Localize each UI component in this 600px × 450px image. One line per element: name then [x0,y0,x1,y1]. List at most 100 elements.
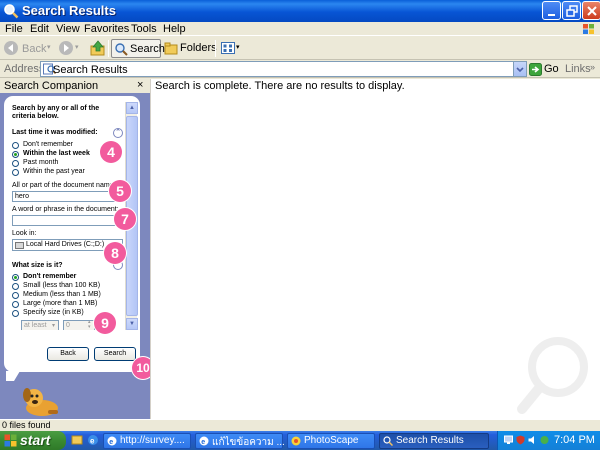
start-button[interactable]: start [0,431,66,450]
title-bar[interactable]: Search Results [0,0,600,22]
radio-selected-icon [12,151,19,158]
address-value: Search Results [53,64,128,76]
restore-icon [566,5,578,17]
phrase-input[interactable] [12,215,123,226]
ie-icon: e [107,436,117,446]
back-arrow-icon [4,41,18,55]
up-folder-button[interactable] [89,39,107,58]
clock: 7:04 PM [554,434,595,446]
go-arrow-icon [529,63,542,76]
photoscape-icon [291,436,301,446]
scroll-up-icon[interactable]: ▲ [126,102,138,114]
system-tray: 7:04 PM [497,431,600,450]
close-button[interactable] [582,1,600,20]
criteria-intro: Search by any or all of the criteria bel… [12,105,100,120]
menu-edit[interactable]: Edit [30,23,49,35]
taskbar: start e e http://survey.... e แก้ไขข้อคว… [0,431,600,450]
status-bar: 0 files found [0,419,600,431]
close-pane-icon[interactable]: × [137,79,143,91]
address-dropdown-button[interactable] [513,61,527,77]
search-toolbar-button[interactable]: Search [111,39,165,58]
go-button[interactable]: Go [529,62,561,77]
task-survey[interactable]: e http://survey.... [103,433,191,449]
address-bar: Address Search Results Go Links » [0,60,600,78]
explorer-quicklaunch-icon[interactable] [71,434,83,446]
size-heading: What size is it? [12,262,63,269]
radio-selected-icon [12,274,19,281]
radio-icon [12,283,19,290]
step-marker-9: 9 [94,312,116,334]
status-text: 0 files found [2,420,51,430]
document-name-input[interactable]: hero [12,191,123,202]
criteria-scroll-area[interactable]: Search by any or all of the criteria bel… [7,102,124,330]
menu-favorites[interactable]: Favorites [84,23,129,35]
companion-back-button[interactable]: Back [47,347,89,361]
start-label: start [20,432,51,448]
network-icon[interactable] [504,435,513,445]
views-icon [221,42,235,54]
svg-text:e: e [109,439,113,446]
svg-text:e: e [201,439,205,446]
companion-search-button[interactable]: Search [94,347,136,361]
step-marker-5: 5 [109,180,131,202]
name-label: All or part of the document name: [12,182,116,189]
results-message: Search is complete. There are no results… [155,80,405,92]
results-pane[interactable]: Search is complete. There are no results… [150,79,600,419]
minimize-icon [548,14,555,16]
window-title: Search Results [22,3,116,18]
restore-button[interactable] [562,1,581,20]
size-value-stepper[interactable]: 0 ▴ ▾ [63,320,95,330]
volume-icon[interactable] [528,435,537,445]
radio-icon [12,292,19,299]
companion-header: Search Companion × [0,79,150,93]
folders-toolbar-button[interactable]: Folders [164,39,217,58]
collapse-time-icon[interactable]: ⌃ [113,128,123,138]
windows-logo-icon [4,434,17,447]
task-photoscape[interactable]: PhotoScape [287,433,375,449]
lookin-label: Look in: [12,230,37,237]
views-toolbar-button[interactable]: ▾ [219,39,243,58]
magnifier-watermark-icon [517,337,588,414]
shield-icon[interactable] [516,435,525,445]
folders-label: Folders [180,42,217,54]
ie-quicklaunch-icon[interactable]: e [87,434,99,446]
radio-icon [12,142,19,149]
search-dog-icon[interactable] [18,382,64,418]
balloon-tail [6,371,20,381]
hard-drive-icon [15,242,24,249]
minimize-button[interactable] [542,1,561,20]
forward-arrow-icon [59,41,73,55]
links-toolbar[interactable]: Links [565,63,591,75]
go-label: Go [544,63,559,75]
radio-icon [12,310,19,317]
folders-icon [164,42,178,55]
app-tray-icon[interactable] [540,435,549,445]
ie-icon: e [199,436,209,446]
radio-icon [12,169,19,176]
chevron-right-icon[interactable]: » [590,62,595,72]
address-label: Address [4,63,45,75]
search-results-icon [383,436,393,446]
toolbar: Back ▾ ▾ Search Folders ▾ [0,37,600,60]
step-marker-4: 4 [100,141,122,163]
windows-logo-icon [583,24,594,34]
forward-nav-button[interactable]: ▾ [58,39,82,58]
task-search-results[interactable]: Search Results [379,433,489,449]
step-marker-8: 8 [104,242,126,264]
svg-text:e: e [90,437,95,446]
scroll-down-icon[interactable]: ▼ [126,318,138,330]
phrase-label: A word or phrase in the document: [12,206,119,213]
task-edit-text[interactable]: e แก้ไขข้อความ ... [195,433,285,449]
menu-file[interactable]: File [5,23,23,35]
menu-tools[interactable]: Tools [131,23,157,35]
step-marker-7: 7 [114,208,136,230]
companion-title: Search Companion [4,80,99,92]
time-heading: Last time it was modified: [12,129,98,136]
address-field[interactable]: Search Results [40,61,527,77]
back-nav-button[interactable]: Back ▾ [3,39,53,58]
size-qualifier-select[interactable]: at least ▾ [21,320,59,330]
chevron-down-icon [516,67,524,73]
menu-help[interactable]: Help [163,23,186,35]
menu-view[interactable]: View [56,23,80,35]
back-label: Back [22,43,47,55]
